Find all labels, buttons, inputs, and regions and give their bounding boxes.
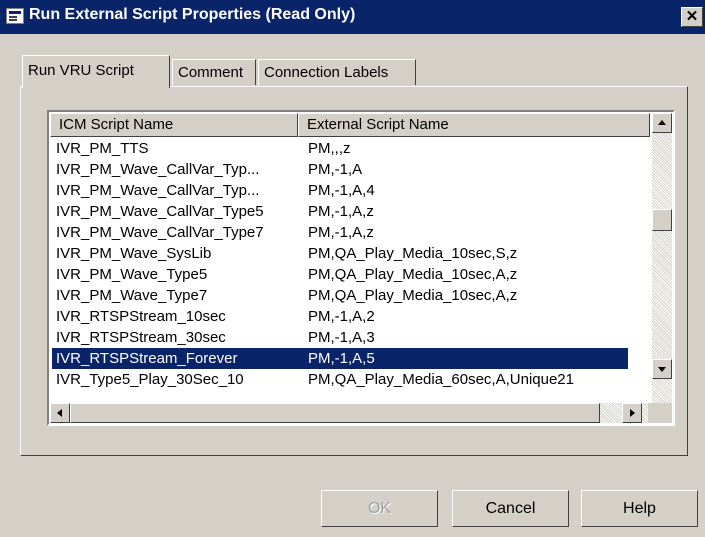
tab-label: Comment — [178, 64, 244, 81]
ok-label: OK — [367, 500, 392, 517]
arrow-down-icon — [658, 367, 666, 372]
table-row[interactable]: IVR_PM_Wave_CallVar_Type7 PM,-1,A,z — [52, 222, 628, 243]
table-row[interactable]: IVR_RTSPStream_10sec PM,-1,A,2 — [52, 306, 628, 327]
vertical-scroll-thumb[interactable] — [652, 209, 672, 231]
close-icon: ✕ — [685, 8, 699, 25]
table-row[interactable]: IVR_RTSPStream_30sec PM,-1,A,3 — [52, 327, 628, 348]
external-script-name-cell: PM,QA_Play_Media_60sec,A,Unique21 — [308, 371, 574, 388]
scroll-up-button[interactable] — [652, 113, 672, 133]
icm-script-name-cell: IVR_PM_Wave_SysLib — [56, 245, 212, 262]
title-bar: Run External Script Properties (Read Onl… — [0, 0, 705, 34]
icm-script-name-cell: IVR_PM_Wave_CallVar_Type5 — [56, 203, 264, 220]
cancel-button[interactable]: Cancel — [452, 490, 569, 527]
column-header-icm-script-name[interactable]: ICM Script Name — [50, 113, 298, 137]
cancel-label: Cancel — [485, 500, 536, 517]
tab-label: Connection Labels — [264, 64, 389, 81]
external-script-name-cell: PM,-1,A,4 — [308, 182, 375, 199]
icm-script-name-cell: IVR_PM_Wave_Type5 — [56, 266, 208, 283]
arrow-left-icon — [57, 409, 62, 417]
scroll-right-button[interactable] — [622, 403, 642, 423]
external-script-name-cell: PM,QA_Play_Media_10sec,S,z — [308, 245, 518, 262]
arrow-right-icon — [630, 409, 635, 417]
tab-connection-labels[interactable]: Connection Labels — [258, 59, 416, 85]
table-row[interactable]: IVR_PM_Wave_CallVar_Type5 PM,-1,A,z — [52, 201, 628, 222]
column-header-label: External Script Name — [307, 116, 449, 133]
tab-label: Run VRU Script — [28, 62, 134, 79]
scroll-down-button[interactable] — [652, 359, 672, 379]
external-script-name-cell: PM,-1,A,5 — [308, 350, 375, 367]
external-script-name-cell: PM,QA_Play_Media_10sec,A,z — [308, 287, 518, 304]
tab-comment[interactable]: Comment — [172, 59, 256, 85]
external-script-name-cell: PM,-1,A,3 — [308, 329, 375, 346]
horizontal-scrollbar[interactable] — [50, 403, 650, 423]
icm-script-name-cell: IVR_RTSPStream_Forever — [56, 350, 238, 367]
window-properties-icon — [6, 8, 24, 24]
icm-script-name-cell: IVR_PM_Wave_CallVar_Typ... — [56, 161, 260, 178]
icm-script-name-cell: IVR_Type5_Play_30Sec_10 — [56, 371, 244, 388]
close-button[interactable]: ✕ — [681, 7, 703, 27]
help-label: Help — [623, 500, 656, 517]
help-button[interactable]: Help — [581, 490, 698, 527]
horizontal-scroll-thumb[interactable] — [70, 403, 600, 423]
icm-script-name-cell: IVR_PM_TTS — [56, 140, 149, 157]
external-script-name-cell: PM,,,z — [308, 140, 351, 157]
scroll-left-button[interactable] — [50, 403, 70, 423]
arrow-up-icon — [658, 120, 666, 125]
column-header-label: ICM Script Name — [59, 116, 174, 133]
window-title: Run External Script Properties (Read Onl… — [29, 6, 356, 23]
table-row[interactable]: IVR_RTSPStream_Forever PM,-1,A,5 — [52, 348, 628, 369]
list-rows: IVR_PM_TTS PM,,,z IVR_PM_Wave_CallVar_Typ.… — [50, 137, 650, 403]
icm-script-name-cell: IVR_PM_Wave_CallVar_Typ... — [56, 182, 260, 199]
icm-script-name-cell: IVR_RTSPStream_10sec — [56, 308, 226, 325]
script-list[interactable]: ICM Script Name External Script Name IVR… — [47, 110, 675, 426]
icm-script-name-cell: IVR_PM_Wave_Type7 — [56, 287, 208, 304]
table-row[interactable]: IVR_PM_Wave_CallVar_Typ... PM,-1,A — [52, 159, 628, 180]
icm-script-name-cell: IVR_RTSPStream_30sec — [56, 329, 226, 346]
table-row[interactable]: IVR_Type5_Play_30Sec_10 PM,QA_Play_Media_… — [52, 369, 628, 390]
external-script-name-cell: PM,-1,A,z — [308, 203, 374, 220]
list-header: ICM Script Name External Script Name — [50, 113, 650, 137]
table-row[interactable]: IVR_PM_Wave_Type7 PM,QA_Play_Media_10sec,… — [52, 285, 628, 306]
external-script-name-cell: PM,QA_Play_Media_10sec,A,z — [308, 266, 518, 283]
table-row[interactable]: IVR_PM_Wave_Type5 PM,QA_Play_Media_10sec,… — [52, 264, 628, 285]
external-script-name-cell: PM,-1,A,z — [308, 224, 374, 241]
vertical-scrollbar[interactable] — [652, 113, 672, 403]
scrollbar-corner — [648, 403, 672, 423]
icm-script-name-cell: IVR_PM_Wave_CallVar_Type7 — [56, 224, 264, 241]
table-row[interactable]: IVR_PM_Wave_SysLib PM,QA_Play_Media_10sec… — [52, 243, 628, 264]
table-row[interactable]: IVR_PM_TTS PM,,,z — [52, 138, 628, 159]
ok-button[interactable]: OK — [321, 490, 438, 527]
column-header-external-script-name[interactable]: External Script Name — [298, 113, 650, 137]
external-script-name-cell: PM,-1,A — [308, 161, 363, 178]
table-row[interactable]: IVR_PM_Wave_CallVar_Typ... PM,-1,A,4 — [52, 180, 628, 201]
tab-run-vru-script[interactable]: Run VRU Script — [22, 55, 170, 88]
external-script-name-cell: PM,-1,A,2 — [308, 308, 375, 325]
